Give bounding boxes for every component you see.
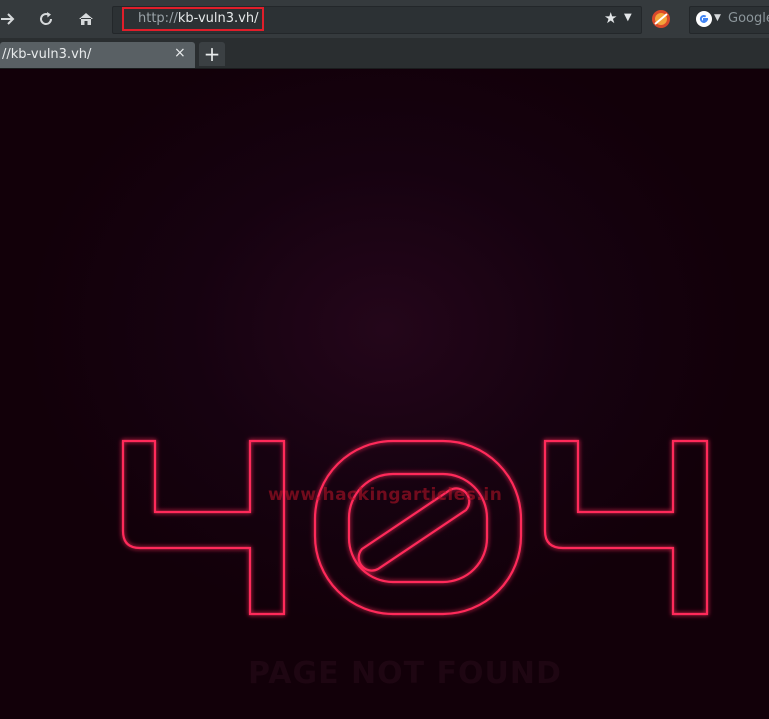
error-404-art xyxy=(121,439,709,616)
watermark-text: www.hackingarticles.in xyxy=(268,485,503,505)
digit-four-right xyxy=(543,439,709,616)
page-not-found-caption: PAGE NOT FOUND xyxy=(248,656,562,691)
digit-four-left xyxy=(121,439,286,616)
digit-zero-outer xyxy=(313,439,523,616)
